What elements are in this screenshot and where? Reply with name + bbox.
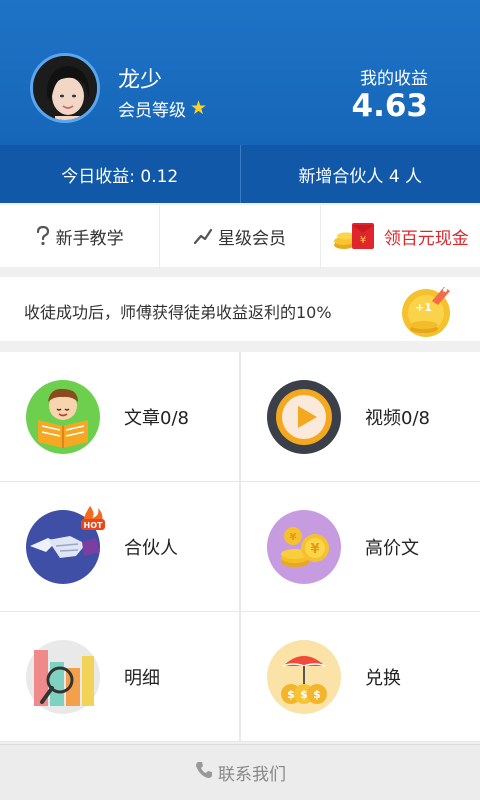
banner-text: 收徒成功后，师傅获得徒弟收益返利的10% [24,303,332,322]
earnings-label: 我的收益 [360,69,428,89]
reading-boy-icon [26,380,100,454]
stats-bar: 今日收益: 0.12 新增合伙人 4 人 [0,145,480,203]
today-earnings[interactable]: 今日收益: 0.12 [0,145,240,203]
tile-partners[interactable]: HOT 合伙人 [0,482,239,611]
tile-videos[interactable]: 视频0/8 [241,352,480,481]
quick-link-label: 星级会员 [217,228,286,249]
quick-link-cash[interactable]: ¥ 领百元现金 [321,205,480,267]
member-level[interactable]: 会员等级 ★ [118,96,208,122]
svg-text:¥: ¥ [290,532,297,543]
earnings-value: 4.63 [351,88,429,124]
contact-us-button[interactable]: 联系我们 [0,744,480,800]
svg-text:¥: ¥ [310,542,319,557]
quick-link-star-member[interactable]: 星级会员 [160,205,321,267]
phone-icon [194,760,214,785]
svg-text:$: $ [287,688,295,701]
avatar[interactable] [30,53,100,123]
hot-badge: HOT [84,521,103,530]
tile-label: 兑换 [365,667,401,689]
money-bag-icon: $ $ $ [267,640,341,714]
coins-icon: ¥ ¥ [267,510,341,584]
tile-label: 视频0/8 [365,407,430,429]
tile-articles[interactable]: 文章0/8 [0,352,239,481]
profile-header: 龙少 会员等级 ★ 我的收益 4.63 [0,0,480,145]
red-envelope-icon: ¥ [332,221,378,251]
tile-label: 明细 [124,667,160,689]
svg-text:+1: +1 [415,301,432,314]
contact-us-label: 联系我们 [218,765,286,785]
feature-grid: 文章0/8 视频0/8 HOT 合伙人 ¥ ¥ 高价文 明细 $ $ $ 兑换 [0,352,480,742]
user-name: 龙少 [118,68,163,93]
plus-one-coin-icon: +1 [398,281,458,339]
quick-link-label: 新手教学 [55,228,124,249]
question-icon [36,226,50,246]
svg-text:¥: ¥ [360,235,366,246]
trend-icon [193,228,212,244]
svg-text:$: $ [300,688,308,701]
tile-details[interactable]: 明细 [0,612,239,741]
member-level-label: 会员等级 [118,101,186,121]
referral-banner[interactable]: 收徒成功后，师傅获得徒弟收益返利的10% +1 [0,277,480,341]
svg-text:$: $ [313,688,321,701]
play-icon [267,380,341,454]
star-icon: ★ [190,97,208,119]
quick-link-tutorial[interactable]: 新手教学 [0,205,161,267]
avatar-portrait-icon [33,56,97,120]
quick-links: 新手教学 星级会员 ¥ 领百元现金 [0,205,480,267]
tile-label: 合伙人 [124,537,178,559]
new-partners[interactable]: 新增合伙人 4 人 [241,145,480,203]
tile-exchange[interactable]: $ $ $ 兑换 [241,612,480,741]
tile-premium-articles[interactable]: ¥ ¥ 高价文 [241,482,480,611]
tile-label: 高价文 [365,537,419,559]
handshake-icon: HOT [26,506,105,584]
chart-icon [26,640,100,714]
tile-label: 文章0/8 [124,407,189,429]
quick-link-label: 领百元现金 [383,228,469,249]
